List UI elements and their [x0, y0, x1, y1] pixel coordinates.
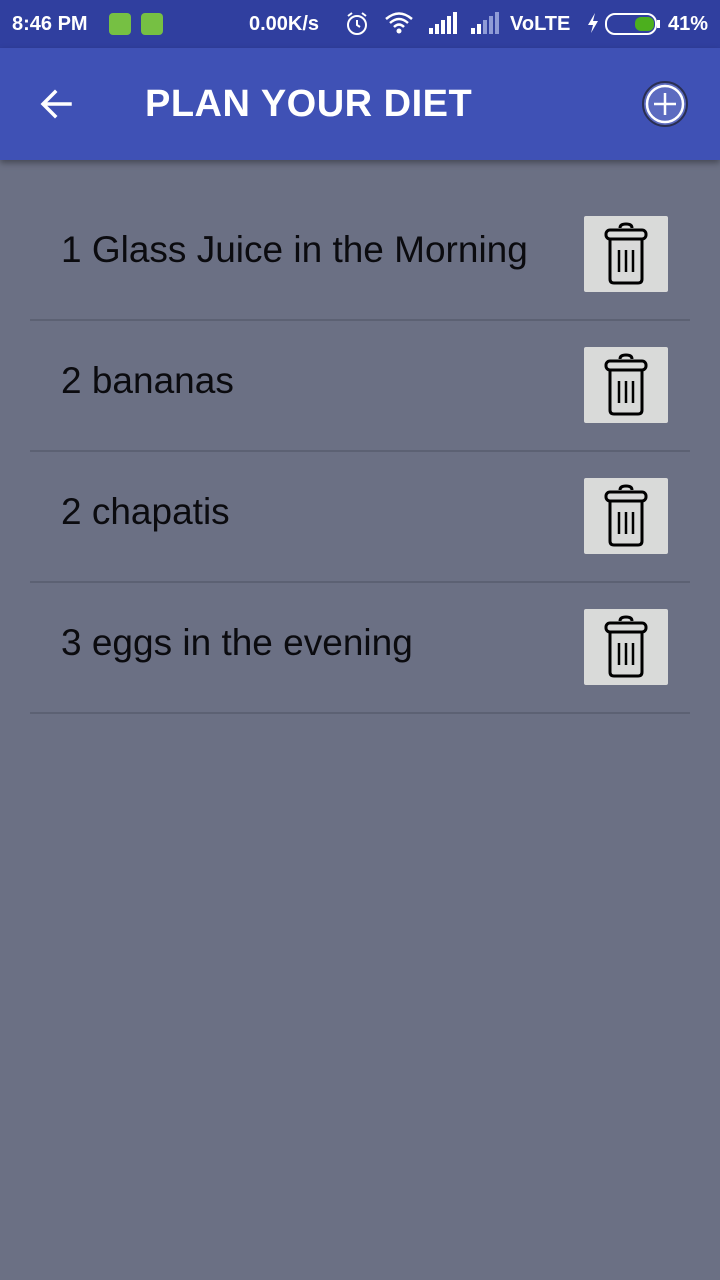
arrow-back-icon — [40, 89, 72, 119]
notification-app-icon — [109, 13, 131, 35]
back-button[interactable] — [24, 72, 88, 136]
diet-item-label: 1 Glass Juice in the Morning — [61, 229, 528, 270]
diet-item-label: 2 bananas — [61, 360, 234, 401]
trash-icon — [604, 615, 648, 678]
page-title: PLAN YOUR DIET — [145, 82, 473, 125]
delete-button[interactable] — [584, 609, 668, 685]
battery-icon — [605, 13, 660, 35]
trash-icon — [604, 484, 648, 547]
delete-button[interactable] — [584, 478, 668, 554]
charging-icon — [588, 13, 598, 33]
add-circle-icon — [642, 81, 688, 127]
list-item[interactable]: 2 chapatis — [30, 452, 690, 583]
diet-item-label: 2 chapatis — [61, 491, 230, 532]
signal-icon — [429, 12, 457, 34]
trash-icon — [604, 353, 648, 416]
app-bar: PLAN YOUR DIET — [0, 48, 720, 160]
diet-item-label: 3 eggs in the evening — [61, 622, 413, 663]
status-bar: 8:46 PM 0.00K/s VoLTE 41% — [0, 0, 720, 48]
delete-button[interactable] — [584, 216, 668, 292]
network-speed: 0.00K/s — [249, 12, 320, 35]
status-time: 8:46 PM — [12, 12, 88, 35]
add-item-button[interactable] — [636, 75, 694, 133]
network-type: VoLTE — [510, 12, 571, 35]
trash-icon — [604, 222, 648, 285]
diet-list: 1 Glass Juice in the Morning 2 bananas 2 c… — [30, 190, 690, 714]
wifi-icon — [385, 12, 413, 34]
list-item[interactable]: 1 Glass Juice in the Morning — [30, 190, 690, 321]
android-icon — [141, 13, 163, 35]
alarm-icon — [347, 12, 367, 35]
list-item[interactable]: 2 bananas — [30, 321, 690, 452]
signal-weak-icon — [471, 12, 499, 34]
delete-button[interactable] — [584, 347, 668, 423]
battery-percent: 41% — [668, 12, 709, 35]
list-item[interactable]: 3 eggs in the evening — [30, 583, 690, 714]
